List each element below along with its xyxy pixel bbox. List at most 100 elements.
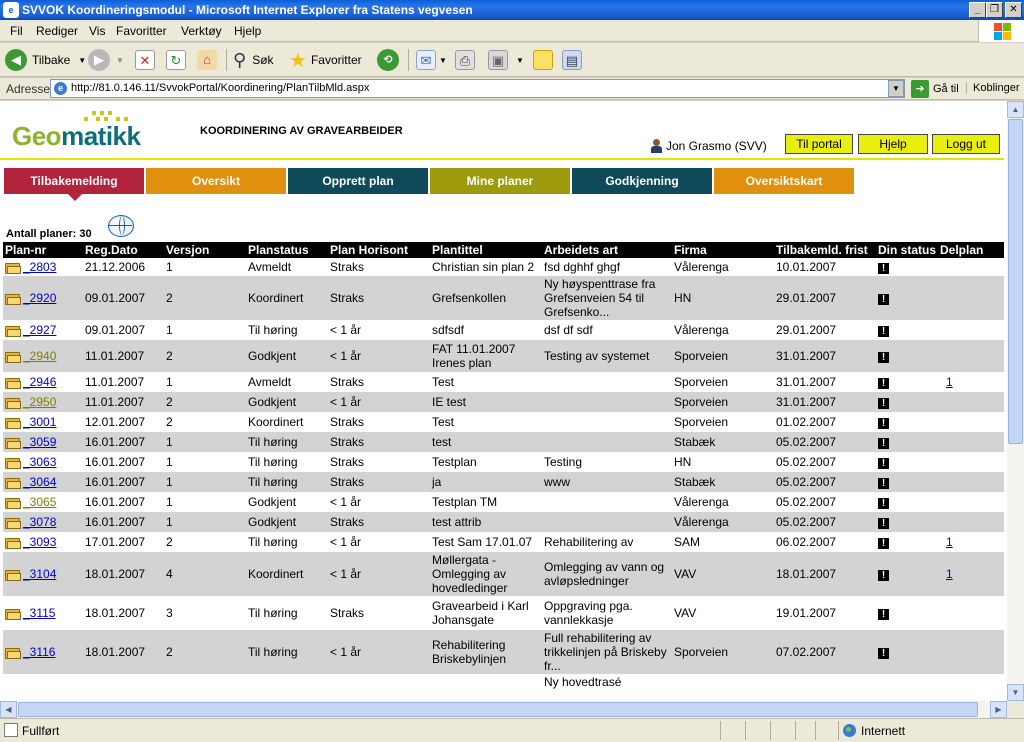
table-row[interactable]: _3093 17.01.2007 2 Til høring < 1 år Test Sam… (3, 532, 1004, 552)
col-header[interactable]: Planstatus (246, 242, 328, 258)
alert-icon[interactable]: ! (878, 263, 889, 274)
col-header[interactable]: Din status (876, 242, 938, 258)
plan-number-link[interactable]: _2946 (23, 375, 56, 389)
table-row[interactable]: _3063 16.01.2007 1 Til høring Straks Testplan… (3, 452, 1004, 472)
stop-button[interactable]: ✕ (135, 48, 155, 72)
folder-icon[interactable] (5, 325, 21, 337)
plan-number-link[interactable]: _3093 (23, 535, 56, 549)
menu-vis[interactable]: Vis (89, 24, 105, 38)
edit-button[interactable]: ▣ ▼ (488, 48, 524, 72)
menu-hjelp[interactable]: Hjelp (234, 24, 261, 38)
vertical-scroll-thumb[interactable] (1008, 119, 1023, 444)
plan-number-link[interactable]: _3078 (23, 515, 56, 529)
folder-icon[interactable] (5, 517, 21, 529)
search-button[interactable]: ⚲ Søk (233, 48, 274, 72)
folder-icon[interactable] (5, 569, 21, 581)
tab-mine-planer[interactable]: Mine planer (430, 168, 570, 194)
menu-verktoy[interactable]: Verktøy (181, 24, 222, 38)
scroll-right-button[interactable]: ▶ (990, 701, 1007, 718)
table-row[interactable]: _3064 16.01.2007 1 Til høring Straks ja www Sta… (3, 472, 1004, 492)
go-button[interactable]: ➔ Gå til (911, 80, 959, 98)
plan-number-link[interactable]: _2940 (23, 349, 56, 363)
table-row[interactable]: _3078 16.01.2007 1 Godkjent Straks test attri… (3, 512, 1004, 532)
address-dropdown-button[interactable]: ▼ (888, 80, 904, 97)
alert-icon[interactable]: ! (878, 478, 889, 489)
address-input[interactable]: http://81.0.146.11/SvvokPortal/Koordiner… (50, 79, 905, 98)
til-portal-button[interactable]: Til portal (785, 134, 853, 154)
alert-icon[interactable]: ! (878, 418, 889, 429)
security-zone[interactable]: Internett (838, 721, 905, 740)
alert-icon[interactable]: ! (878, 438, 889, 449)
scroll-down-button[interactable]: ▼ (1007, 684, 1024, 701)
alert-icon[interactable]: ! (878, 294, 889, 305)
table-row[interactable]: _3115 18.01.2007 3 Til høring Straks Gravearb… (3, 596, 1004, 630)
back-button[interactable]: ◀ Tilbake ▼ (5, 48, 86, 72)
plan-number-link[interactable]: _2920 (23, 291, 56, 305)
alert-icon[interactable]: ! (878, 518, 889, 529)
table-row[interactable]: _2940 11.01.2007 2 Godkjent < 1 år FAT 11.01.… (3, 340, 1004, 372)
menu-fil[interactable]: Fil (10, 24, 23, 38)
table-row[interactable]: _2927 09.01.2007 1 Til høring < 1 år sdfsdf ds… (3, 320, 1004, 340)
folder-icon[interactable] (5, 377, 21, 389)
folder-icon[interactable] (5, 351, 21, 363)
alert-icon[interactable]: ! (878, 398, 889, 409)
table-row[interactable]: Ny hovedtrasé (3, 674, 1004, 690)
plan-number-link[interactable]: _3116 (23, 645, 55, 659)
refresh-button[interactable]: ↻ (166, 48, 186, 72)
maximize-button[interactable]: ❐ (986, 2, 1003, 18)
plan-number-link[interactable]: _3104 (23, 567, 56, 581)
col-header[interactable]: Plantittel (430, 242, 542, 258)
folder-icon[interactable] (5, 437, 21, 449)
table-row[interactable]: _3065 16.01.2007 1 Godkjent < 1 år Testplan T… (3, 492, 1004, 512)
alert-icon[interactable]: ! (878, 352, 889, 363)
col-header[interactable]: Arbeidets art (542, 242, 672, 258)
subplan-link[interactable]: 1 (946, 567, 953, 581)
alert-icon[interactable]: ! (878, 326, 889, 337)
alert-icon[interactable]: ! (878, 378, 889, 389)
folder-icon[interactable] (5, 497, 21, 509)
scroll-left-button[interactable]: ◀ (0, 701, 17, 718)
table-row[interactable]: _2920 09.01.2007 2 Koordinert Straks Grefsenk… (3, 276, 1004, 320)
horizontal-scroll-thumb[interactable] (18, 702, 978, 717)
plan-number-link[interactable]: _2950 (23, 395, 56, 409)
forward-button[interactable]: ▶ ▼ (88, 48, 124, 72)
folder-icon[interactable] (5, 397, 21, 409)
table-row[interactable]: _3104 18.01.2007 4 Koordinert < 1 år Møllerga… (3, 552, 1004, 596)
table-row[interactable]: _3001 12.01.2007 2 Koordinert Straks Test Spor… (3, 412, 1004, 432)
plan-number-link[interactable]: _3064 (23, 475, 56, 489)
col-header[interactable]: Plan-nr (3, 242, 83, 258)
vertical-scrollbar[interactable]: ▲ ▼ (1007, 101, 1024, 701)
horizontal-scrollbar[interactable]: ◀ ▶ (0, 701, 1007, 718)
tab-oversiktskart[interactable]: Oversiktskart (714, 168, 854, 194)
folder-icon[interactable] (5, 647, 21, 659)
col-header[interactable]: Tilbakemld. frist (774, 242, 876, 258)
table-row[interactable]: _2946 11.01.2007 1 Avmeldt Straks Test Sporvei… (3, 372, 1004, 392)
col-header[interactable]: Firma (672, 242, 774, 258)
links-button[interactable]: Koblinger (966, 82, 1019, 94)
plan-number-link[interactable]: _2927 (23, 323, 56, 337)
research-button[interactable]: ▤ (562, 48, 582, 72)
favorites-button[interactable]: ★ Favoritter (289, 48, 362, 72)
note-button[interactable] (533, 48, 553, 72)
alert-icon[interactable]: ! (878, 648, 889, 659)
menu-rediger[interactable]: Rediger (36, 24, 78, 38)
mail-button[interactable]: ✉ ▼ (416, 48, 447, 72)
menu-favoritter[interactable]: Favoritter (116, 24, 167, 38)
folder-icon[interactable] (5, 262, 21, 274)
subplan-link[interactable]: 1 (946, 375, 953, 389)
alert-icon[interactable]: ! (878, 498, 889, 509)
col-header[interactable]: Plan Horisont (328, 242, 430, 258)
alert-icon[interactable]: ! (878, 570, 889, 581)
scroll-up-button[interactable]: ▲ (1007, 101, 1024, 118)
folder-icon[interactable] (5, 293, 21, 305)
plan-number-link[interactable]: _3115 (23, 606, 55, 620)
tab-opprett-plan[interactable]: Opprett plan (288, 168, 428, 194)
alert-icon[interactable]: ! (878, 458, 889, 469)
tab-oversikt[interactable]: Oversikt (146, 168, 286, 194)
plan-number-link[interactable]: _3063 (23, 455, 56, 469)
home-button[interactable]: ⌂ (197, 48, 217, 72)
logout-button[interactable]: Logg ut (932, 134, 1000, 154)
window-title-bar[interactable]: e SVVOK Koordineringsmodul - Microsoft I… (0, 0, 1024, 20)
table-row[interactable]: _2803 21.12.2006 1 Avmeldt Straks Christian s… (3, 258, 1004, 276)
help-button[interactable]: Hjelp (858, 134, 928, 154)
